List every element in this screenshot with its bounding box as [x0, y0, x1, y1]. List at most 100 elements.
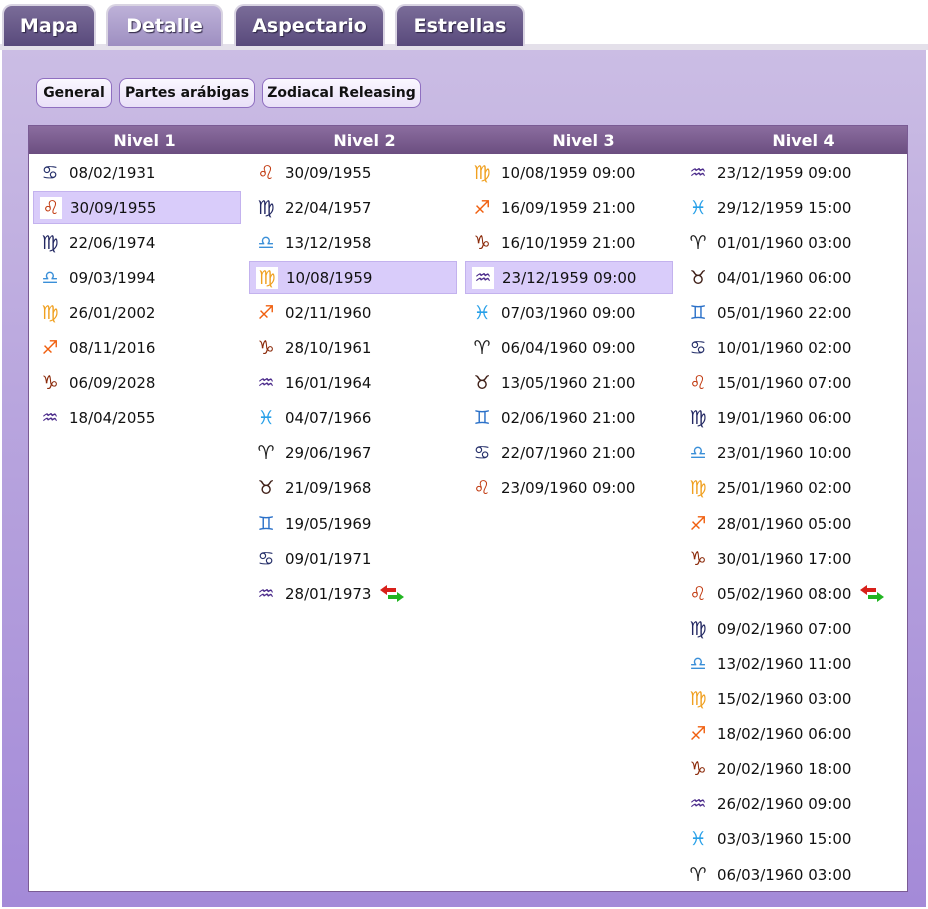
period-row[interactable]: ♎︎ 13/12/1958 [249, 226, 457, 259]
period-row[interactable]: ♑︎ 28/10/1961 [249, 332, 457, 365]
period-row[interactable]: ♑︎ 20/02/1960 18:00 [681, 753, 889, 786]
period-date: 23/12/1959 09:00 [717, 163, 852, 182]
period-row[interactable]: ♒︎ 18/04/2055 [33, 402, 241, 435]
period-row[interactable]: ♑︎ 16/10/1959 21:00 [465, 226, 673, 259]
period-date: 09/03/1994 [69, 268, 156, 287]
capricorn-sign-icon: ♑︎ [257, 337, 275, 359]
capricorn-sign-icon: ♑︎ [689, 547, 707, 570]
period-row[interactable]: ♎︎ 09/03/1994 [33, 261, 241, 294]
period-date: 22/06/1974 [69, 233, 156, 252]
period-row[interactable]: ♉︎ 13/05/1960 21:00 [465, 367, 673, 400]
subtab-zodiacal-releasing[interactable]: Zodiacal Releasing [262, 78, 421, 108]
sagittarius-sign-icon: ♐︎ [689, 512, 707, 535]
period-row[interactable]: ♉︎ 04/01/1960 06:00 [681, 261, 889, 294]
leo-sign-icon: ♌︎ [689, 582, 707, 605]
period-date: 23/09/1960 09:00 [501, 479, 636, 498]
period-date: 06/04/1960 09:00 [501, 339, 636, 357]
period-row[interactable]: ♌︎ 30/09/1955 [33, 191, 241, 225]
period-date: 08/11/2016 [69, 339, 156, 357]
pisces-sign-icon: ♓︎ [473, 301, 491, 324]
period-row[interactable]: ♉︎ 21/09/1968 [249, 472, 457, 505]
period-row[interactable]: ♒︎ 26/02/1960 09:00 [681, 788, 889, 821]
period-row[interactable]: ♓︎ 07/03/1960 09:00 [465, 296, 673, 329]
period-date: 01/01/1960 03:00 [717, 233, 852, 252]
capricorn-sign-icon: ♑︎ [473, 231, 491, 254]
period-row[interactable]: ♊︎ 19/05/1969 [249, 507, 457, 540]
period-row[interactable]: ♋︎ 10/01/1960 02:00 [681, 332, 889, 365]
period-date: 21/09/1968 [285, 479, 372, 498]
period-row[interactable]: ♐︎ 16/09/1959 21:00 [465, 191, 673, 224]
tab-detalle[interactable]: Detalle [106, 4, 223, 46]
scorpio-sign-icon: ♍︎ [689, 688, 707, 710]
period-row[interactable]: ♋︎ 08/02/1931 [33, 156, 241, 189]
period-date: 04/01/1960 06:00 [717, 268, 852, 287]
period-row[interactable]: ♈︎ 29/06/1967 [249, 437, 457, 470]
subtab-partes-arabigas[interactable]: Partes arábigas [119, 78, 255, 108]
period-row[interactable]: ♌︎ 23/09/1960 09:00 [465, 472, 673, 505]
period-row[interactable]: ♍︎ 22/04/1957 [249, 191, 457, 224]
libra-sign-icon: ♎︎ [689, 652, 707, 675]
period-row[interactable]: ♋︎ 22/07/1960 21:00 [465, 437, 673, 470]
loosing-of-bond-arrows-icon [860, 584, 885, 602]
period-row[interactable]: ♒︎ 16/01/1964 [249, 367, 457, 400]
period-row[interactable]: ♍︎ 19/01/1960 06:00 [681, 402, 889, 435]
cancer-sign-icon: ♋︎ [689, 337, 707, 359]
period-row[interactable]: ♊︎ 05/01/1960 22:00 [681, 296, 889, 329]
period-row[interactable]: ♌︎ 15/01/1960 07:00 [681, 367, 889, 400]
leo-sign-icon: ♌︎ [689, 372, 707, 395]
tab-estrellas[interactable]: Estrellas [395, 4, 525, 46]
zodiacal-releasing-table: Nivel 1 Nivel 2 Nivel 3 Nivel 4 ♋︎ 08/02/… [28, 125, 908, 892]
aquarius-sign-icon: ♒︎ [472, 266, 494, 289]
cancer-sign-icon: ♋︎ [41, 161, 59, 184]
period-row[interactable]: ♐︎ 02/11/1960 [249, 296, 457, 329]
period-row[interactable]: ♋︎ 09/01/1971 [249, 542, 457, 575]
tab-mapa[interactable]: Mapa [2, 4, 96, 46]
subtab-general[interactable]: General [36, 78, 112, 108]
period-row[interactable]: ♈︎ 06/04/1960 09:00 [465, 332, 673, 365]
libra-sign-icon: ♎︎ [257, 231, 275, 254]
period-row[interactable]: ♈︎ 06/03/1960 03:00 [681, 858, 889, 891]
period-date: 30/09/1955 [70, 198, 157, 217]
period-row[interactable]: ♒︎ 23/12/1959 09:00 [465, 261, 673, 295]
period-row[interactable]: ♎︎ 13/02/1960 11:00 [681, 647, 889, 680]
period-row[interactable]: ♐︎ 08/11/2016 [33, 332, 241, 365]
virgo-sign-icon: ♍︎ [41, 231, 59, 254]
period-date: 13/02/1960 11:00 [717, 654, 852, 673]
period-row[interactable]: ♓︎ 04/07/1966 [249, 402, 457, 435]
period-date: 28/01/1973 [285, 584, 372, 603]
period-date: 04/07/1966 [285, 409, 372, 428]
period-row[interactable]: ♒︎ 28/01/1973 [249, 577, 457, 610]
virgo-sign-icon: ♍︎ [257, 196, 275, 219]
aries-sign-icon: ♈︎ [689, 231, 707, 254]
period-row[interactable]: ♓︎ 03/03/1960 15:00 [681, 823, 889, 856]
virgo-sign-icon: ♍︎ [689, 407, 707, 430]
period-row[interactable]: ♍︎ 10/08/1959 [249, 261, 457, 295]
leo-sign-icon: ♌︎ [257, 161, 275, 184]
period-row[interactable]: ♍︎ 15/02/1960 03:00 [681, 683, 889, 716]
aries-sign-icon: ♈︎ [473, 337, 491, 359]
libra-sign-icon: ♎︎ [41, 266, 59, 289]
period-row[interactable]: ♍︎ 09/02/1960 07:00 [681, 612, 889, 645]
tab-aspectario[interactable]: Aspectario [234, 4, 385, 46]
period-row[interactable]: ♌︎ 05/02/1960 08:00 [681, 577, 889, 610]
aries-sign-icon: ♈︎ [689, 863, 707, 886]
period-row[interactable]: ♓︎ 29/12/1959 15:00 [681, 191, 889, 224]
period-row[interactable]: ♍︎ 26/01/2002 [33, 296, 241, 329]
period-row[interactable]: ♊︎ 02/06/1960 21:00 [465, 402, 673, 435]
period-row[interactable]: ♈︎ 01/01/1960 03:00 [681, 226, 889, 259]
period-row[interactable]: ♐︎ 28/01/1960 05:00 [681, 507, 889, 540]
period-date: 28/01/1960 05:00 [717, 514, 852, 533]
pisces-sign-icon: ♓︎ [257, 407, 275, 430]
aries-sign-icon: ♈︎ [257, 442, 275, 465]
period-row[interactable]: ♍︎ 22/06/1974 [33, 226, 241, 259]
period-row[interactable]: ♍︎ 10/08/1959 09:00 [465, 156, 673, 189]
period-row[interactable]: ♑︎ 30/01/1960 17:00 [681, 542, 889, 575]
period-row[interactable]: ♑︎ 06/09/2028 [33, 367, 241, 400]
period-row[interactable]: ♌︎ 30/09/1955 [249, 156, 457, 189]
period-row[interactable]: ♎︎ 23/01/1960 10:00 [681, 437, 889, 470]
period-row[interactable]: ♐︎ 18/02/1960 06:00 [681, 718, 889, 751]
period-row[interactable]: ♍︎ 25/01/1960 02:00 [681, 472, 889, 505]
period-date: 22/07/1960 21:00 [501, 444, 636, 463]
period-row[interactable]: ♒︎ 23/12/1959 09:00 [681, 156, 889, 189]
period-date: 19/01/1960 06:00 [717, 409, 852, 428]
